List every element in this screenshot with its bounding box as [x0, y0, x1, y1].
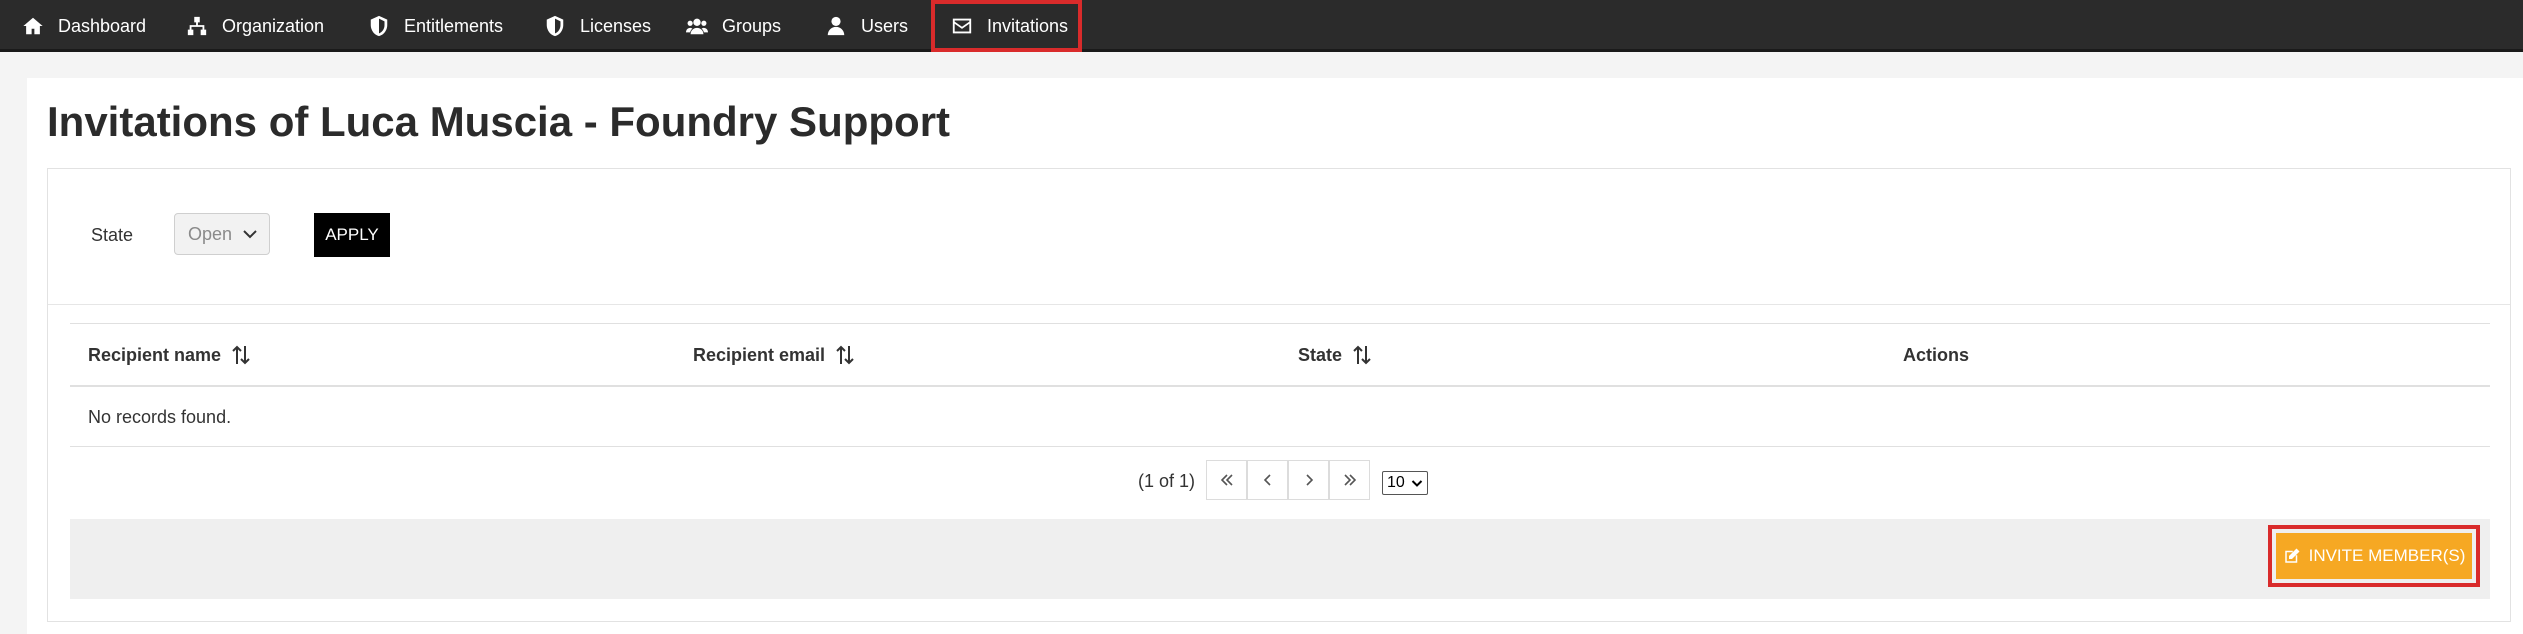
- table-row: No records found.: [70, 387, 2490, 447]
- invitations-table: Recipient name Recipient email State Act…: [70, 323, 2490, 599]
- home-icon: [23, 17, 43, 35]
- table-footer: INVITE MEMBER(S): [70, 519, 2490, 599]
- users-icon: [686, 18, 708, 35]
- nav-item-groups[interactable]: Groups: [666, 0, 801, 52]
- nav-item-label: Groups: [722, 15, 782, 36]
- chevron-left-icon: [1263, 474, 1271, 486]
- chevron-down-icon: [231, 214, 269, 254]
- column-header-recipient-name[interactable]: Recipient name: [88, 324, 251, 386]
- column-header-state[interactable]: State: [1298, 324, 1372, 386]
- sort-icon: [232, 345, 250, 365]
- main-panel: Invitations of Luca Muscia - Foundry Sup…: [27, 78, 2523, 634]
- edit-icon: [2284, 548, 2300, 563]
- double-chevron-left-icon: [1220, 474, 1233, 486]
- next-page-button[interactable]: [1288, 460, 1329, 500]
- rows-per-page-value: 10: [1387, 474, 1405, 491]
- nav-item-organization[interactable]: Organization: [166, 0, 344, 52]
- nav-item-label: Users: [861, 15, 909, 36]
- nav-item-label: Licenses: [580, 15, 652, 36]
- invite-members-label: INVITE MEMBER(S): [2308, 546, 2466, 565]
- sort-icon: [836, 345, 854, 365]
- state-filter-dropdown[interactable]: Open: [174, 213, 270, 255]
- nav-item-users[interactable]: Users: [805, 0, 928, 52]
- page-title: Invitations of Luca Muscia - Foundry Sup…: [47, 98, 951, 145]
- paginator: (1 of 1) 10: [70, 447, 2490, 519]
- column-header-label: Recipient name: [88, 344, 222, 365]
- state-filter-value: Open: [188, 223, 231, 244]
- column-header-actions: Actions: [1903, 324, 1969, 386]
- last-page-button[interactable]: [1329, 460, 1370, 500]
- column-header-label: State: [1298, 344, 1343, 365]
- page-report: (1 of 1): [1138, 471, 1196, 491]
- invite-button-highlight: INVITE MEMBER(S): [2268, 525, 2480, 587]
- state-filter-label: State: [91, 225, 134, 245]
- top-navigation: Dashboard Organization Entitlements Lice…: [0, 0, 2523, 52]
- nav-item-licenses[interactable]: Licenses: [524, 0, 671, 52]
- nav-item-dashboard[interactable]: Dashboard: [2, 0, 166, 52]
- invitations-card: State Open APPLY Recipient name Recipien…: [47, 168, 2511, 622]
- rows-per-page-select[interactable]: 10: [1382, 471, 1428, 495]
- shield-icon: [546, 15, 564, 37]
- column-header-recipient-email[interactable]: Recipient email: [693, 324, 855, 386]
- filter-bar: State Open APPLY: [48, 169, 2510, 305]
- sort-icon: [1353, 345, 1371, 365]
- empty-message: No records found.: [88, 406, 232, 427]
- chevron-right-icon: [1305, 474, 1313, 486]
- invite-members-button[interactable]: INVITE MEMBER(S): [2276, 533, 2472, 579]
- sitemap-icon: [187, 16, 207, 36]
- nav-item-label: Entitlements: [404, 15, 504, 36]
- nav-item-label: Dashboard: [58, 15, 147, 36]
- table-header: Recipient name Recipient email State Act…: [70, 323, 2490, 387]
- double-chevron-right-icon: [1343, 474, 1356, 486]
- column-header-label: Actions: [1903, 344, 1970, 365]
- nav-item-invitations[interactable]: Invitations: [931, 0, 1082, 52]
- first-page-button[interactable]: [1206, 460, 1247, 500]
- nav-item-label: Organization: [222, 15, 325, 36]
- nav-item-label: Invitations: [987, 15, 1069, 36]
- previous-page-button[interactable]: [1247, 460, 1288, 500]
- user-icon: [827, 16, 845, 36]
- column-header-label: Recipient email: [693, 344, 826, 365]
- apply-button[interactable]: APPLY: [314, 213, 390, 257]
- shield-icon: [370, 15, 388, 37]
- envelope-icon: [952, 18, 972, 34]
- chevron-down-icon: [1411, 480, 1423, 487]
- nav-item-entitlements[interactable]: Entitlements: [348, 0, 523, 52]
